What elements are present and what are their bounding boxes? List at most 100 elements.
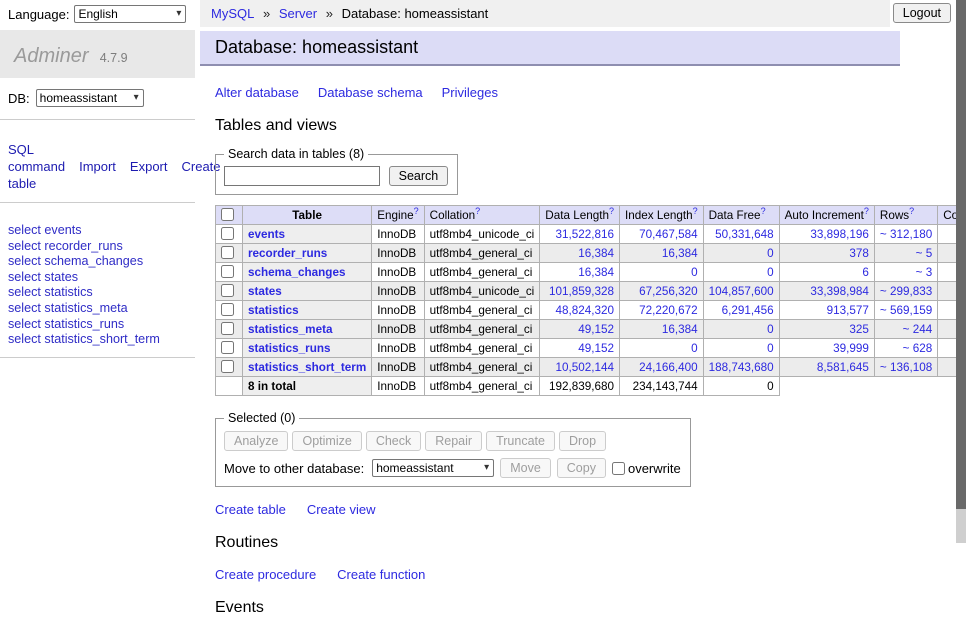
value-link[interactable]: ~ 136,108 [880, 361, 932, 374]
value-link[interactable]: 0 [691, 342, 698, 355]
create-link[interactable]: Create view [307, 502, 376, 517]
select-table-link[interactable]: select events [8, 223, 82, 237]
value-link[interactable]: 49,152 [578, 342, 614, 355]
column-help-link[interactable]: ? [909, 206, 914, 216]
repair-button[interactable]: Repair [425, 431, 482, 451]
value-link[interactable]: 0 [767, 323, 774, 336]
column-help-link[interactable]: ? [414, 206, 419, 216]
search-input[interactable] [224, 166, 380, 186]
copy-button[interactable]: Copy [557, 458, 606, 478]
row-checkbox[interactable] [221, 322, 234, 335]
select-all-checkbox[interactable] [221, 208, 234, 221]
truncate-button[interactable]: Truncate [486, 431, 555, 451]
value-link[interactable]: 33,398,984 [810, 285, 869, 298]
value-link[interactable]: 16,384 [662, 247, 698, 260]
table-name-link[interactable]: recorder_runs [248, 247, 327, 260]
value-link[interactable]: 24,166,400 [639, 361, 698, 374]
search-button[interactable]: Search [389, 166, 449, 186]
table-name-link[interactable]: statistics_runs [248, 342, 331, 355]
value-link[interactable]: 913,577 [827, 304, 869, 317]
value-link[interactable]: 48,824,320 [555, 304, 614, 317]
routine-create-link[interactable]: Create function [337, 567, 425, 582]
database-action-link[interactable]: Privileges [442, 85, 498, 100]
check-button[interactable]: Check [366, 431, 421, 451]
breadcrumb-link[interactable]: MySQL [211, 6, 254, 21]
database-action-link[interactable]: Alter database [215, 85, 299, 100]
select-table-link[interactable]: select recorder_runs [8, 239, 123, 253]
value-link[interactable]: 10,502,144 [555, 361, 614, 374]
value-link[interactable]: ~ 312,180 [880, 228, 932, 241]
value-link[interactable]: 104,857,600 [709, 285, 774, 298]
value-link[interactable]: 0 [767, 342, 774, 355]
value-link[interactable]: 0 [691, 266, 698, 279]
value-link[interactable]: 50,331,648 [715, 228, 774, 241]
value-link[interactable]: ~ 628 [903, 342, 933, 355]
value-link[interactable]: 67,256,320 [639, 285, 698, 298]
column-help-link[interactable]: ? [609, 206, 614, 216]
value-link[interactable]: 188,743,680 [709, 361, 774, 374]
value-link[interactable]: 72,220,672 [639, 304, 698, 317]
value-link[interactable]: 16,384 [578, 266, 614, 279]
sidebar-action-link[interactable]: SQL command [8, 142, 65, 174]
value-link[interactable]: ~ 299,833 [880, 285, 932, 298]
language-select[interactable]: English [74, 5, 186, 23]
value-link[interactable]: 0 [767, 247, 774, 260]
scrollbar-thumb[interactable] [956, 0, 966, 509]
select-table-link[interactable]: select statistics [8, 285, 93, 299]
overwrite-checkbox[interactable] [612, 462, 625, 475]
value-link[interactable]: 49,152 [578, 323, 614, 336]
table-name-link[interactable]: events [248, 228, 285, 241]
value-link[interactable]: 33,898,196 [810, 228, 869, 241]
table-name-link[interactable]: statistics [248, 304, 299, 317]
select-table-link[interactable]: select statistics_meta [8, 301, 128, 315]
select-table-link[interactable]: select statistics_short_term [8, 332, 160, 346]
value-link[interactable]: 378 [849, 247, 869, 260]
column-help-link[interactable]: ? [864, 206, 869, 216]
analyze-button[interactable]: Analyze [224, 431, 288, 451]
value-link[interactable]: 70,467,584 [639, 228, 698, 241]
value-link[interactable]: 31,522,816 [555, 228, 614, 241]
value-link[interactable]: 0 [767, 266, 774, 279]
routine-create-link[interactable]: Create procedure [215, 567, 316, 582]
sidebar-action-link[interactable]: Export [130, 159, 168, 174]
db-select[interactable]: homeassistant [36, 89, 144, 107]
table-name-link[interactable]: statistics_short_term [248, 361, 366, 374]
value-link[interactable]: 8,581,645 [817, 361, 869, 374]
create-link[interactable]: Create table [215, 502, 286, 517]
breadcrumb-link[interactable]: Server [279, 6, 317, 21]
value-link[interactable]: 325 [849, 323, 869, 336]
value-link[interactable]: 6 [862, 266, 869, 279]
value-link[interactable]: 6,291,456 [722, 304, 774, 317]
row-checkbox[interactable] [221, 265, 234, 278]
value-link[interactable]: 39,999 [833, 342, 869, 355]
database-action-link[interactable]: Database schema [318, 85, 423, 100]
table-name-link[interactable]: statistics_meta [248, 323, 332, 336]
column-help-link[interactable]: ? [475, 206, 480, 216]
page-scrollbar[interactable] [956, 0, 966, 543]
row-checkbox[interactable] [221, 303, 234, 316]
table-name-link[interactable]: schema_changes [248, 266, 345, 279]
column-help-link[interactable]: ? [761, 206, 766, 216]
row-checkbox[interactable] [221, 341, 234, 354]
select-table-link[interactable]: select schema_changes [8, 254, 143, 268]
sidebar-action-link[interactable]: Import [79, 159, 116, 174]
row-checkbox[interactable] [221, 360, 234, 373]
optimize-button[interactable]: Optimize [292, 431, 361, 451]
value-link[interactable]: ~ 5 [916, 247, 933, 260]
select-table-link[interactable]: select statistics_runs [8, 317, 124, 331]
value-link[interactable]: 16,384 [662, 323, 698, 336]
drop-button[interactable]: Drop [559, 431, 606, 451]
row-checkbox[interactable] [221, 246, 234, 259]
select-table-link[interactable]: select states [8, 270, 78, 284]
column-help-link[interactable]: ? [693, 206, 698, 216]
value-link[interactable]: 101,859,328 [549, 285, 614, 298]
value-link[interactable]: 16,384 [578, 247, 614, 260]
row-checkbox[interactable] [221, 284, 234, 297]
move-button[interactable]: Move [500, 458, 551, 478]
row-checkbox[interactable] [221, 227, 234, 240]
move-db-select[interactable]: homeassistant [372, 459, 494, 477]
value-link[interactable]: ~ 244 [903, 323, 933, 336]
value-link[interactable]: ~ 569,159 [880, 304, 932, 317]
table-name-link[interactable]: states [248, 285, 282, 298]
value-link[interactable]: ~ 3 [916, 266, 933, 279]
